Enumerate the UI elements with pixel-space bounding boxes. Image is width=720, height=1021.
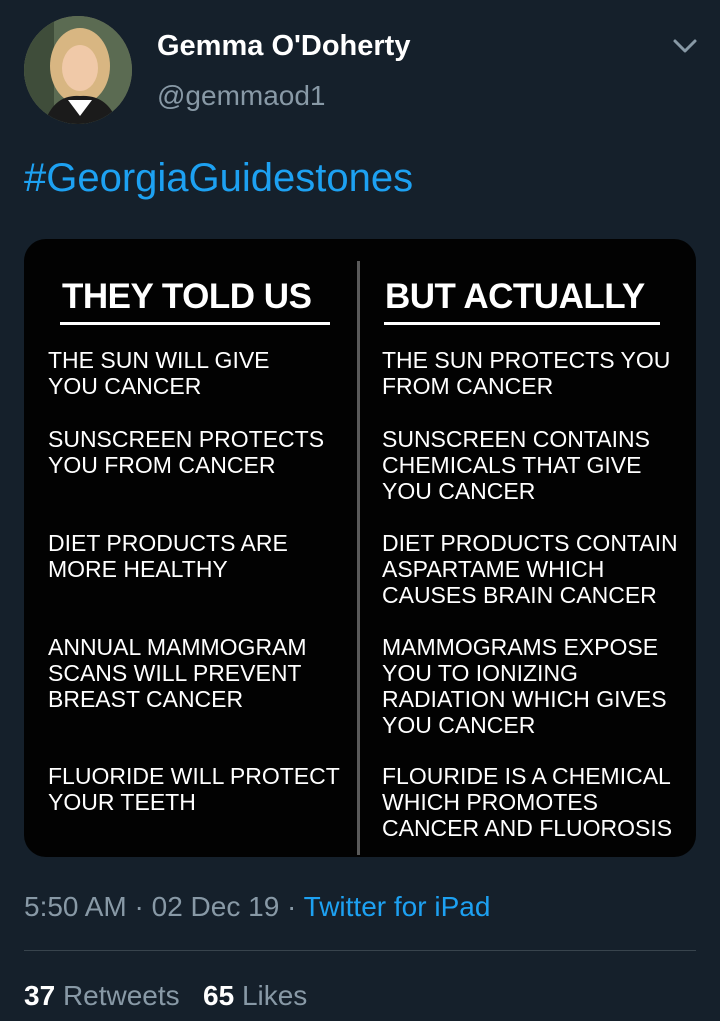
meta-separator: ·: [287, 891, 297, 922]
tweet-date[interactable]: 02 Dec 19: [152, 891, 280, 922]
right-heading-underline: [384, 322, 660, 325]
left-column-heading: THEY TOLD US: [62, 277, 312, 316]
chevron-down-icon[interactable]: [672, 36, 698, 56]
right-item-4: MAMMOGRAMS EXPOSE YOU TO IONIZING RADIAT…: [382, 634, 667, 738]
meta-separator: ·: [134, 891, 144, 922]
retweets-stat[interactable]: 37 Retweets: [24, 980, 180, 1011]
divider: [24, 950, 696, 951]
left-item-4: ANNUAL MAMMOGRAM SCANS WILL PREVENT BREA…: [48, 634, 307, 712]
right-column-heading: BUT ACTUALLY: [385, 277, 645, 316]
likes-stat[interactable]: 65 Likes: [203, 980, 307, 1011]
left-heading-underline: [60, 322, 330, 325]
tweet-stats: 37 Retweets 65 Likes: [24, 980, 307, 1012]
tweet-meta: 5:50 AM · 02 Dec 19 · Twitter for iPad: [24, 891, 490, 923]
retweets-label: Retweets: [62, 980, 180, 1011]
avatar[interactable]: [24, 16, 132, 124]
left-item-1: THE SUN WILL GIVE YOU CANCER: [48, 347, 270, 399]
tweet-image[interactable]: THEY TOLD US BUT ACTUALLY THE SUN WILL G…: [24, 239, 696, 857]
right-item-2: SUNSCREEN CONTAINS CHEMICALS THAT GIVE Y…: [382, 426, 650, 504]
hashtag-link[interactable]: #GeorgiaGuidestones: [24, 156, 413, 201]
column-divider: [357, 261, 360, 855]
likes-label: Likes: [241, 980, 308, 1011]
tweet-time[interactable]: 5:50 AM: [24, 891, 127, 922]
avatar-portrait: [24, 16, 132, 124]
left-item-2: SUNSCREEN PROTECTS YOU FROM CANCER: [48, 426, 325, 478]
likes-count: 65: [203, 980, 235, 1011]
handle[interactable]: @gemmaod1: [157, 80, 326, 112]
right-item-1: THE SUN PROTECTS YOU FROM CANCER: [382, 347, 671, 399]
right-item-3: DIET PRODUCTS CONTAIN ASPARTAME WHICH CA…: [382, 530, 678, 608]
display-name[interactable]: Gemma O'Doherty: [157, 30, 410, 63]
tweet-source-link[interactable]: Twitter for iPad: [304, 891, 491, 922]
left-item-5: FLUORIDE WILL PROTECT YOUR TEETH: [48, 763, 340, 815]
retweets-count: 37: [24, 980, 56, 1011]
left-item-3: DIET PRODUCTS ARE MORE HEALTHY: [48, 530, 288, 582]
right-item-5: FLOURIDE IS A CHEMICAL WHICH PROMOTES CA…: [382, 763, 673, 841]
tweet: Gemma O'Doherty @gemmaod1 #GeorgiaGuides…: [0, 0, 720, 1021]
